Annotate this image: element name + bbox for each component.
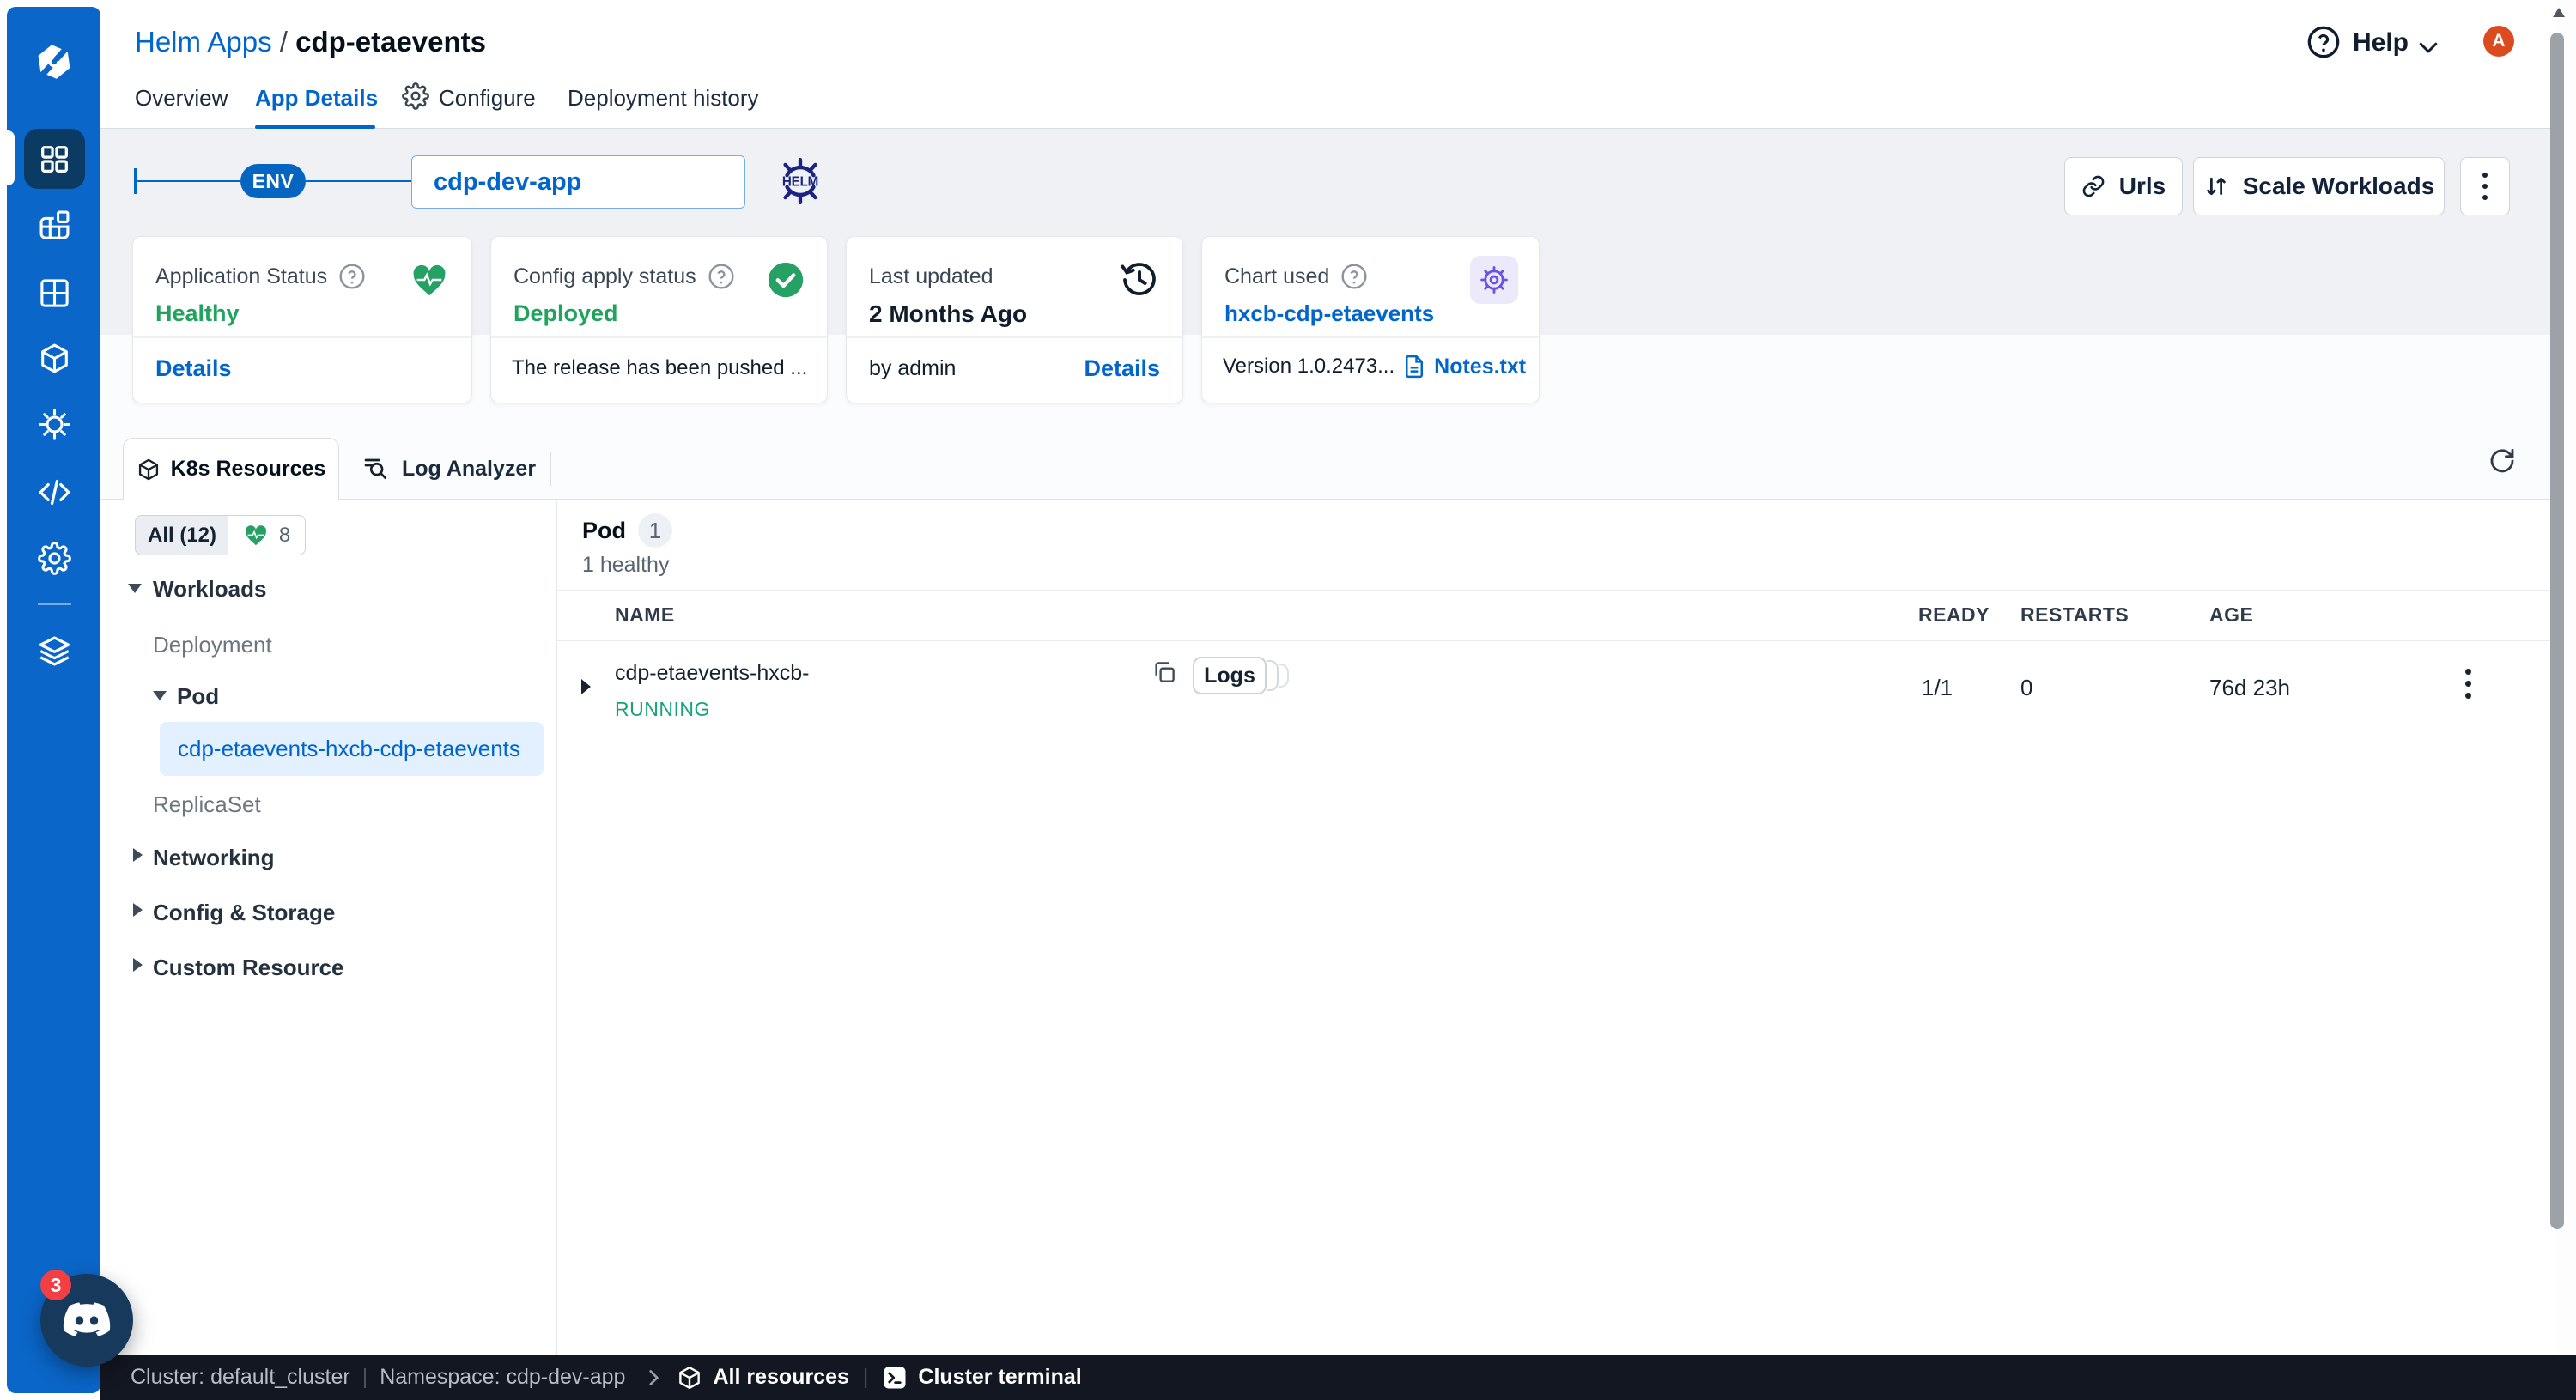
svg-text:HELM: HELM (782, 174, 818, 189)
